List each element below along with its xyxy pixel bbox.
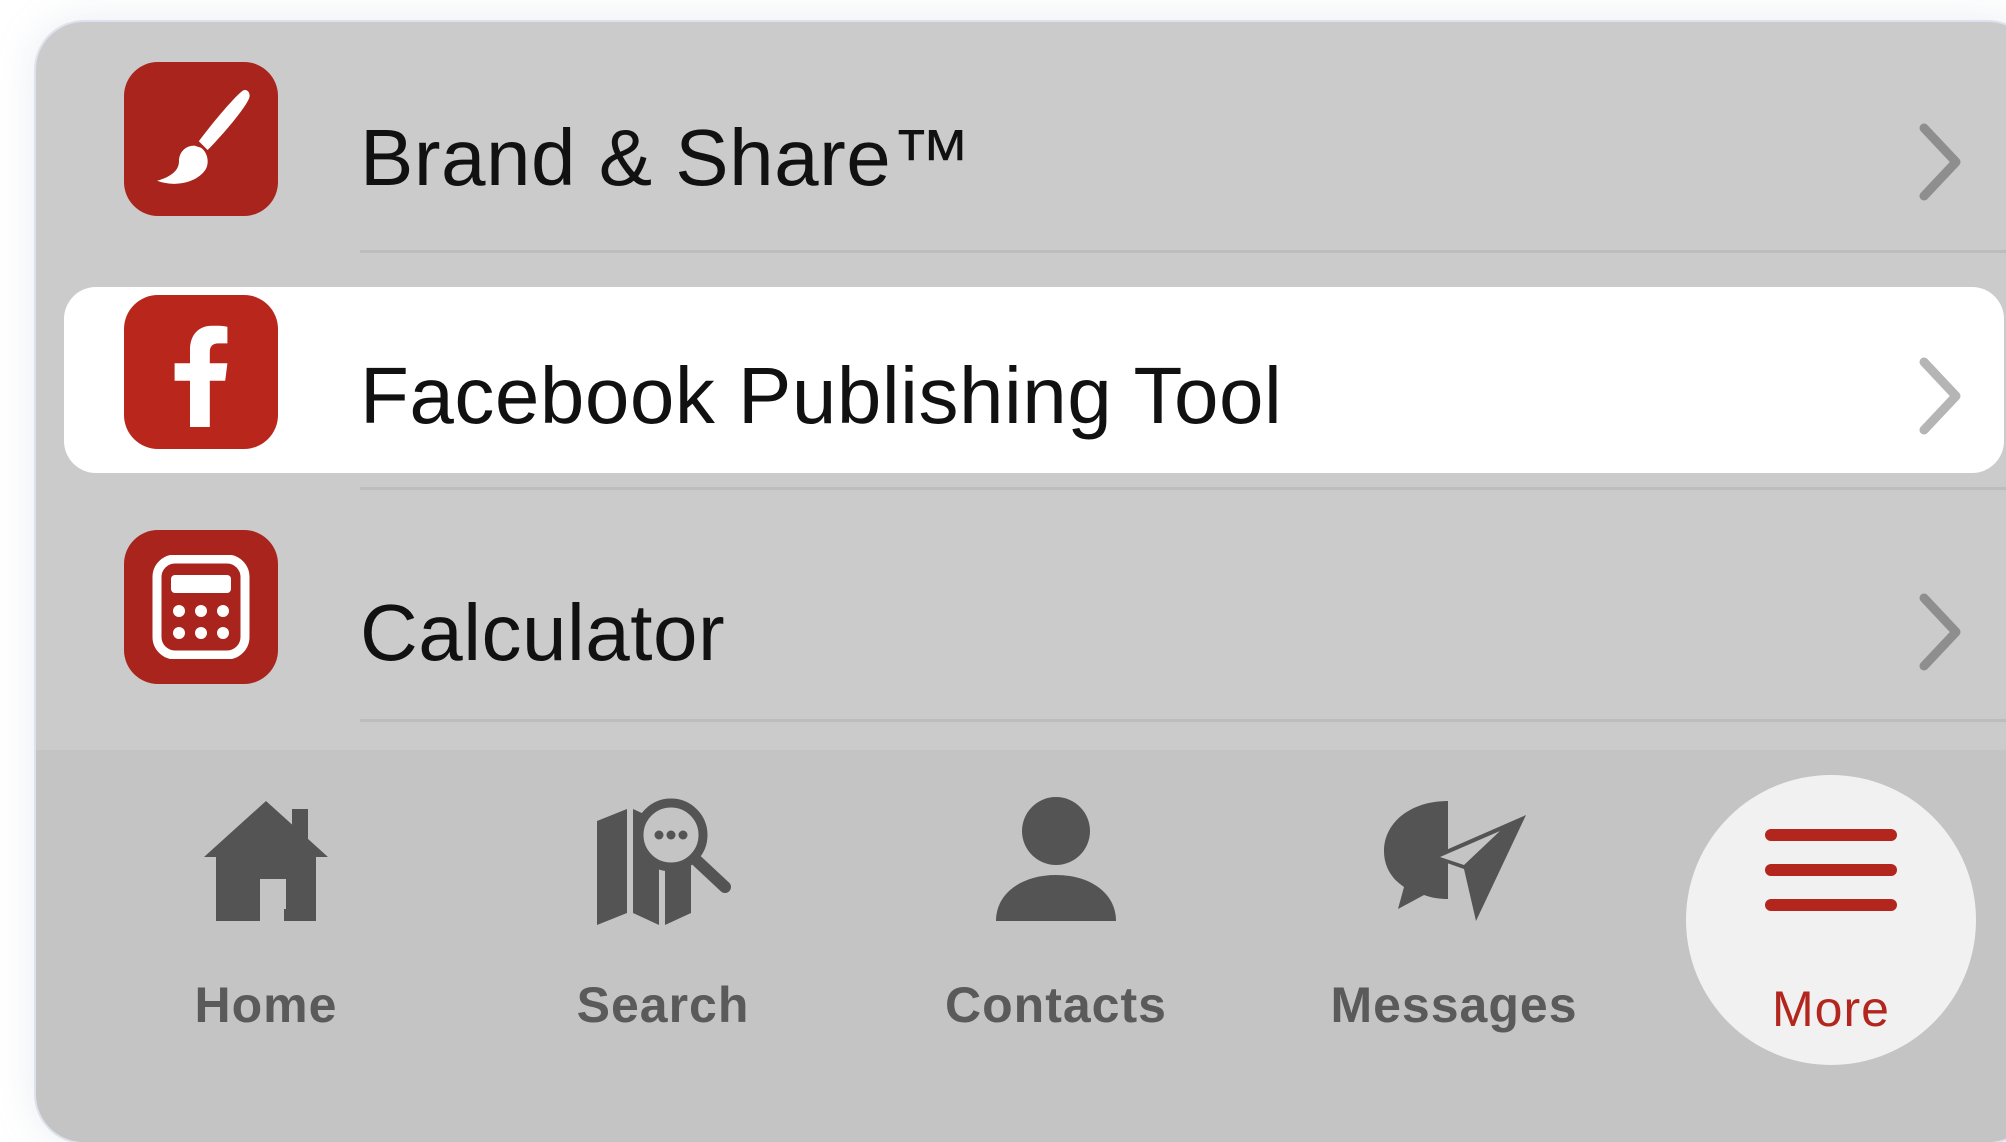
tab-label: Home: [194, 977, 338, 1033]
tab-home[interactable]: Home: [136, 750, 396, 1050]
more-menu-panel: Brand & Share™ Facebook Publishing Tool: [36, 22, 2006, 1142]
tab-contacts[interactable]: Contacts: [926, 750, 1186, 1050]
menu-item-label: Facebook Publishing Tool: [360, 351, 1283, 440]
calculator-icon: [124, 530, 278, 684]
divider: [360, 719, 2006, 722]
person-icon: [996, 797, 1116, 921]
menu-item-label: Brand & Share™: [360, 113, 972, 202]
divider: [360, 250, 2006, 253]
chevron-right-icon: [1919, 123, 1961, 201]
menu-item-calculator[interactable]: Calculator: [36, 512, 2006, 698]
map-search-icon: [597, 798, 731, 925]
home-icon: [204, 801, 328, 921]
tab-label: Messages: [1330, 977, 1578, 1033]
bottom-tab-bar: Home Search Contacts Messages More: [36, 750, 2006, 1142]
chevron-right-icon: [1919, 593, 1961, 671]
tab-label: More: [1772, 981, 1890, 1037]
tab-messages[interactable]: Messages: [1324, 750, 1584, 1050]
chat-send-icon: [1384, 801, 1526, 921]
paintbrush-icon: [124, 62, 278, 216]
chevron-right-icon: [1919, 357, 1961, 435]
menu-item-brand-share[interactable]: Brand & Share™: [36, 22, 2006, 216]
tab-search[interactable]: Search: [533, 750, 793, 1050]
tab-label: Contacts: [945, 977, 1167, 1033]
divider: [360, 487, 2006, 490]
facebook-icon: [124, 295, 278, 449]
menu-item-label: Calculator: [360, 588, 726, 677]
tab-more[interactable]: More: [1686, 750, 1976, 1065]
menu-item-facebook-publishing-tool[interactable]: Facebook Publishing Tool: [36, 287, 2006, 473]
hamburger-menu-icon: [1765, 829, 1897, 911]
tab-label: Search: [576, 977, 750, 1033]
